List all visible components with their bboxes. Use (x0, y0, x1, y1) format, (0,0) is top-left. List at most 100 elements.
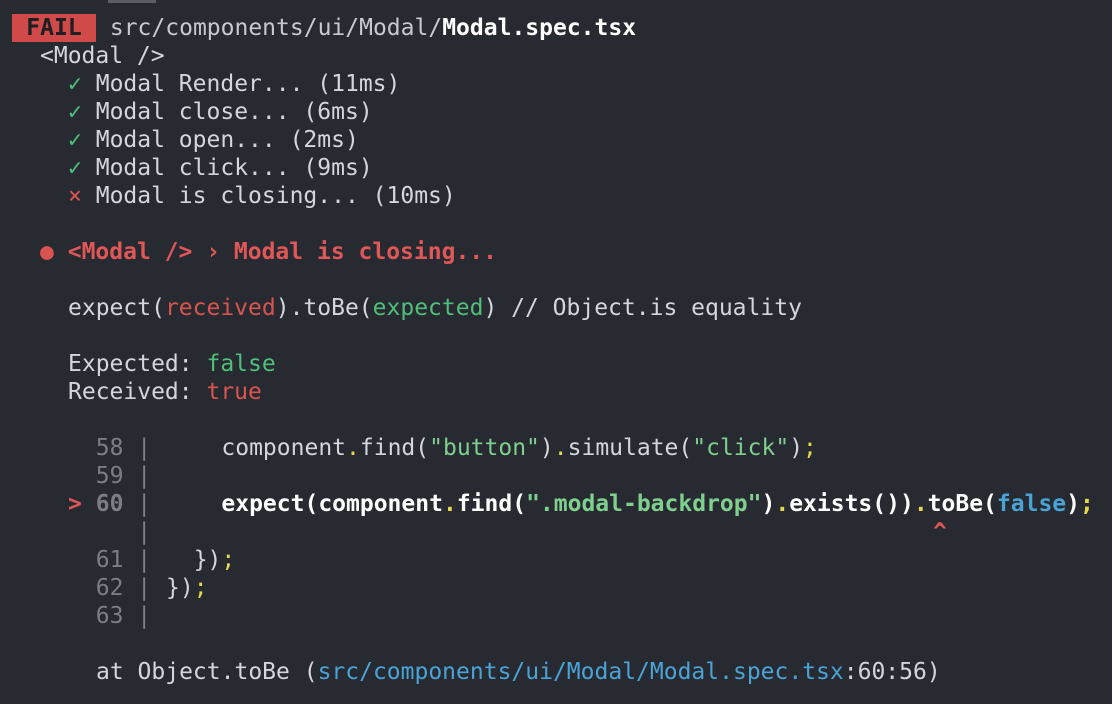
code-token: ; (221, 547, 236, 573)
code-gutter-line: 63 | (68, 602, 151, 630)
code-token: find( (456, 491, 527, 517)
line-number: 60 (95, 491, 124, 517)
line-marker (68, 463, 82, 489)
received-line: Received: true (68, 378, 262, 406)
test-label: Modal open... (2ms) (95, 127, 359, 153)
code-gutter-line: 59 | (68, 462, 151, 490)
code-token: ) (761, 491, 776, 517)
code-string: ".modal-backdrop" (526, 491, 762, 517)
line-marker (68, 575, 82, 601)
status-badge: FAIL (12, 14, 96, 42)
test-label: Modal close... (6ms) (95, 99, 373, 125)
code-token: . (346, 435, 360, 461)
code-token: }) (166, 575, 194, 601)
check-icon: ✓ (68, 155, 82, 181)
matcher-expected: expected (372, 295, 484, 321)
code-gutter-line-highlight: > 60 | (68, 490, 151, 518)
code-gutter-line: 62 | (68, 574, 151, 602)
gutter-separator: | (137, 435, 152, 461)
bullet-icon: ● (40, 239, 54, 265)
code-token: . (442, 491, 457, 517)
test-item: ✓ Modal click... (9ms) (68, 154, 373, 182)
code-token: ) (1066, 491, 1081, 517)
code-token: }) (166, 547, 222, 573)
check-icon: ✓ (68, 99, 82, 125)
failure-title-line: ● <Modal /> › Modal is closing... (40, 238, 497, 266)
check-icon: ✓ (68, 127, 82, 153)
line-number: 63 (95, 603, 124, 629)
received-value: true (206, 379, 262, 405)
code-line-60: expect(component.find(".modal-backdrop")… (166, 490, 1094, 518)
expected-label: Expected: (68, 351, 207, 377)
code-gutter-line: | (68, 518, 151, 546)
line-number: 59 (95, 463, 124, 489)
matcher-prefix: expect( (68, 295, 165, 321)
code-token: toBe( (927, 491, 997, 517)
gutter-separator: | (137, 491, 152, 517)
code-token: simulate( (567, 435, 693, 461)
line-marker (68, 603, 82, 629)
code-token: ) (789, 435, 804, 461)
code-gutter-line: 58 | (68, 434, 151, 462)
matcher-middle: ).toBe( (275, 295, 373, 321)
code-token: component (221, 435, 347, 461)
code-line-58: component.find("button").simulate("click… (166, 434, 817, 462)
code-token: ; (1080, 491, 1094, 517)
stack-location: :60:56) (843, 659, 941, 685)
test-label: Modal Render... (11ms) (95, 71, 401, 97)
line-number: 62 (95, 575, 124, 601)
line-marker (68, 435, 82, 461)
error-caret-icon: ^ (933, 519, 947, 545)
suite-name: <Modal /> (40, 43, 165, 69)
stack-prefix: at Object.toBe ( (96, 659, 318, 685)
expected-value: false (206, 351, 276, 377)
test-item: ✓ Modal close... (6ms) (68, 98, 373, 126)
received-label: Received: (68, 379, 207, 405)
code-token: exists()) (789, 491, 914, 517)
line-marker (68, 519, 82, 545)
cross-icon: × (68, 183, 82, 209)
code-token: expect(component (221, 491, 443, 517)
file-name[interactable]: Modal.spec.tsx (442, 15, 636, 41)
gutter-separator: | (137, 519, 152, 545)
gutter-separator: | (137, 575, 152, 601)
matcher-line: expect(received).toBe(expected) // Objec… (68, 294, 802, 322)
test-item: ✓ Modal Render... (11ms) (68, 70, 400, 98)
stack-trace-line: at Object.toBe (src/components/ui/Modal/… (96, 658, 941, 686)
matcher-suffix: ) // Object.is equality (483, 295, 802, 321)
test-label: Modal click... (9ms) (95, 155, 373, 181)
code-line-62: }); (166, 574, 208, 602)
stack-file-link[interactable]: src/components/ui/Modal/Modal.spec.tsx (318, 659, 844, 685)
test-file-header: FAIL src/components/ui/Modal/Modal.spec.… (12, 14, 636, 42)
code-token: . (913, 491, 928, 517)
gutter-separator: | (137, 603, 152, 629)
test-label: Modal is closing... (10ms) (95, 183, 456, 209)
test-item: × Modal is closing... (10ms) (68, 182, 456, 210)
top-divider (108, 0, 156, 3)
code-token: . (553, 435, 568, 461)
code-gutter-line: 61 | (68, 546, 151, 574)
file-path-prefix[interactable]: src/components/ui/Modal/ (110, 15, 442, 41)
line-number: 61 (95, 547, 124, 573)
line-marker (68, 547, 82, 573)
expected-line: Expected: false (68, 350, 276, 378)
gutter-separator: | (137, 463, 152, 489)
test-item: ✓ Modal open... (2ms) (68, 126, 359, 154)
gutter-separator: | (137, 547, 152, 573)
code-token: ) (539, 435, 554, 461)
code-token: . (775, 491, 790, 517)
code-keyword: false (996, 491, 1067, 517)
code-line-61: }); (166, 546, 236, 574)
line-number: 58 (95, 435, 124, 461)
code-string: "button" (429, 435, 540, 461)
code-token: ; (803, 435, 817, 461)
matcher-received: received (164, 295, 276, 321)
check-icon: ✓ (68, 71, 82, 97)
code-token: find( (359, 435, 430, 461)
error-line-marker: > (68, 491, 82, 517)
failure-title: <Modal /> › Modal is closing... (67, 239, 497, 265)
code-token: ; (193, 575, 208, 601)
code-string: "click" (692, 435, 790, 461)
